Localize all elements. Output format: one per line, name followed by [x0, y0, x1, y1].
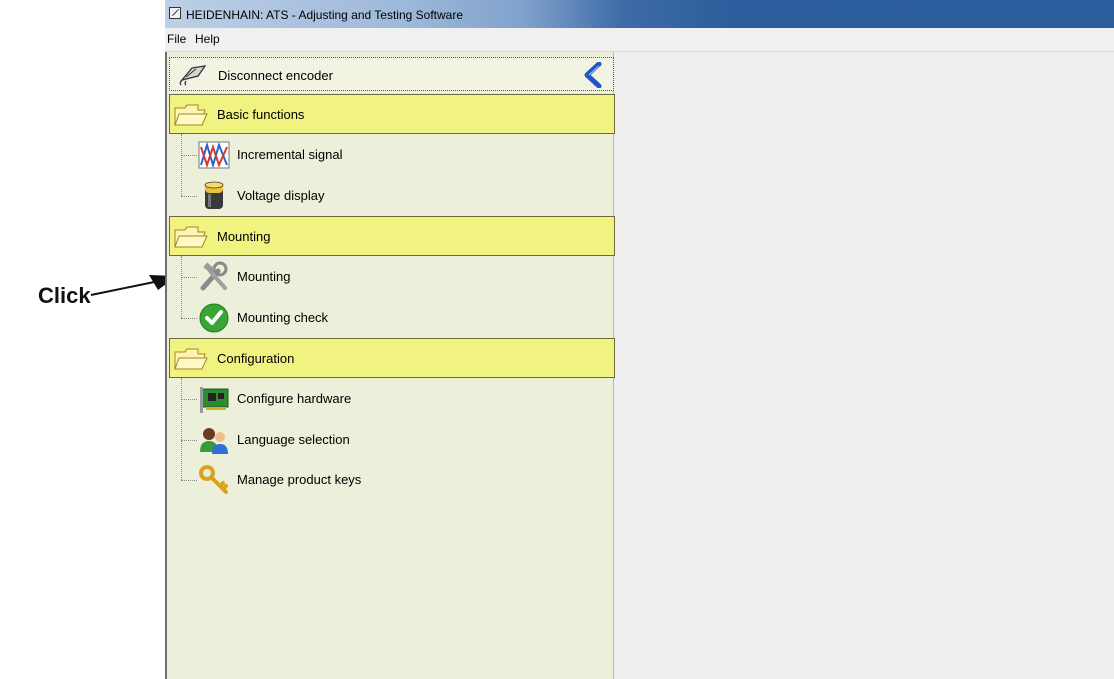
- nav-item-label: Voltage display: [237, 188, 325, 203]
- nav-item-configure-hardware[interactable]: Configure hardware: [167, 379, 612, 419]
- folder-icon: [174, 104, 208, 131]
- encoder-plug-icon: [178, 64, 208, 91]
- app-icon: [169, 7, 181, 19]
- window-title: HEIDENHAIN: ATS - Adjusting and Testing …: [186, 8, 464, 22]
- signal-graph-icon: [198, 139, 230, 171]
- nav-item-mounting[interactable]: Mounting: [167, 257, 612, 297]
- nav-item-mounting-check[interactable]: Mounting check: [167, 298, 612, 338]
- folder-label: Configuration: [217, 351, 295, 366]
- folder-label: Mounting: [217, 229, 271, 244]
- check-circle-icon: [198, 302, 230, 334]
- nav-item-label: Incremental signal: [237, 147, 343, 162]
- folder-label: Basic functions: [217, 107, 305, 122]
- nav-item-incremental-signal[interactable]: Incremental signal: [167, 135, 612, 175]
- battery-icon: [198, 180, 230, 212]
- nav-item-label: Mounting: [237, 269, 291, 284]
- nav-item-label: Manage product keys: [237, 472, 362, 487]
- nav-item-language-selection[interactable]: Language selection: [167, 420, 612, 460]
- app-window: HEIDENHAIN: ATS - Adjusting and Testing …: [165, 0, 1114, 679]
- nav-item-voltage-display[interactable]: Voltage display: [167, 176, 612, 216]
- navigation-panel: Disconnect encoder Basic functions Incre…: [165, 52, 615, 679]
- keys-icon: [198, 464, 230, 496]
- click-label: Click: [38, 283, 91, 308]
- title-bar: HEIDENHAIN: ATS - Adjusting and Testing …: [165, 0, 1114, 28]
- folder-basic-functions[interactable]: Basic functions: [169, 94, 615, 134]
- pci-card-icon: [198, 383, 230, 415]
- tools-icon: [198, 261, 230, 293]
- disconnect-encoder-button[interactable]: Disconnect encoder: [169, 57, 614, 91]
- folder-mounting[interactable]: Mounting: [169, 216, 615, 256]
- folder-icon: [174, 348, 208, 375]
- users-icon: [198, 424, 230, 456]
- disconnect-encoder-label: Disconnect encoder: [218, 68, 333, 83]
- nav-item-label: Mounting check: [237, 310, 329, 325]
- folder-icon: [174, 226, 208, 253]
- nav-item-label: Language selection: [237, 432, 350, 447]
- nav-item-label: Configure hardware: [237, 391, 352, 406]
- chevron-left-icon[interactable]: [583, 61, 603, 93]
- menu-file[interactable]: File: [167, 32, 186, 46]
- menu-help[interactable]: Help: [195, 32, 220, 46]
- nav-item-manage-product-keys[interactable]: Manage product keys: [167, 460, 612, 500]
- folder-configuration[interactable]: Configuration: [169, 338, 615, 378]
- menu-bar: File Help: [165, 28, 1114, 52]
